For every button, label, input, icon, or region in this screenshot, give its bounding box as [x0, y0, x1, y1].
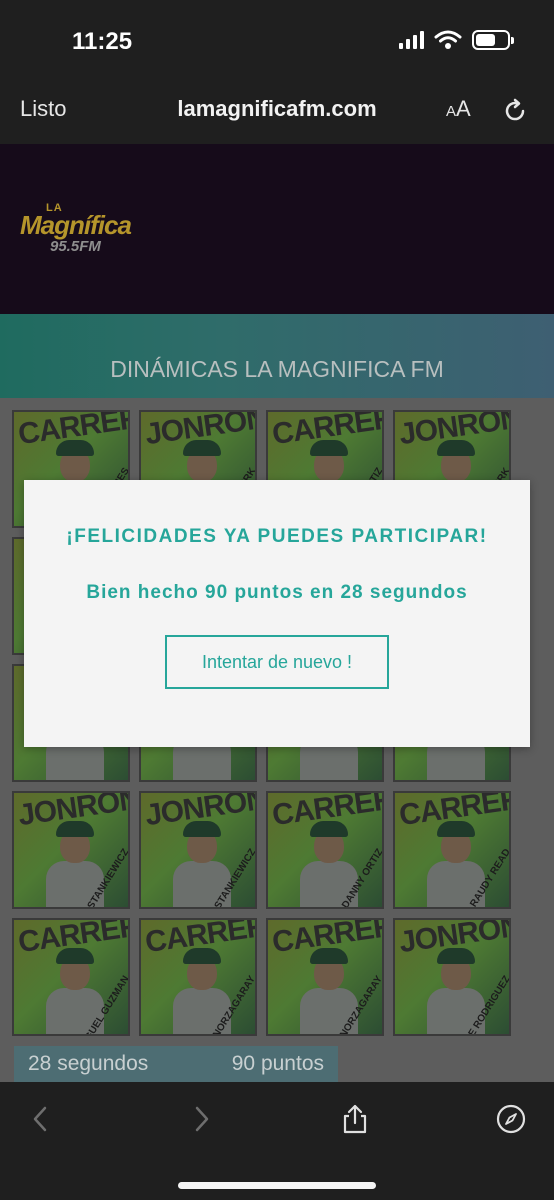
seconds-counter: 28 segundos	[28, 1052, 149, 1075]
modal-message: Bien hecho 90 puntos en 28 segundos	[86, 582, 468, 603]
share-icon[interactable]	[340, 1104, 370, 1134]
success-modal: ¡FELICIDADES YA PUEDES PARTICIPAR! Bien …	[24, 480, 530, 747]
back-icon[interactable]	[26, 1104, 56, 1134]
cellular-signal-icon	[399, 31, 424, 49]
modal-title: ¡FELICIDADES YA PUEDES PARTICIPAR!	[66, 526, 488, 547]
page-title: DINÁMICAS LA MAGNIFICA FM	[110, 356, 444, 382]
browser-navbar: Listo lamagnificafm.com AA	[0, 80, 554, 144]
game-card[interactable]: JONRÓNNELLIE RODRIGUEZ	[393, 918, 511, 1036]
page-banner: DINÁMICAS LA MAGNIFICA FM	[0, 314, 554, 398]
status-icons	[399, 30, 514, 50]
game-stats: 28 segundos 90 puntos	[14, 1046, 338, 1082]
battery-icon	[472, 30, 514, 50]
game-card[interactable]: CARRERACIRO NORZAGARAY	[139, 918, 257, 1036]
text-size-button[interactable]: AA	[446, 96, 471, 122]
status-time: 11:25	[72, 28, 133, 55]
game-card[interactable]: CARRERACIRO NORZAGARAY	[266, 918, 384, 1036]
forward-icon[interactable]	[186, 1104, 216, 1134]
site-header: LA Magnífica 95.5FM	[0, 144, 554, 314]
status-bar: 11:25	[0, 0, 554, 80]
reload-icon[interactable]	[502, 98, 528, 124]
wifi-icon	[434, 30, 462, 49]
points-counter: 90 puntos	[231, 1052, 324, 1075]
compass-icon[interactable]	[496, 1104, 526, 1134]
game-card[interactable]: CARRERA RAUDY READ	[393, 791, 511, 909]
retry-button[interactable]: Intentar de nuevo !	[165, 635, 389, 689]
home-indicator	[178, 1182, 376, 1189]
game-card[interactable]: CARRERA DANNY ORTIZ	[266, 791, 384, 909]
game-card[interactable]: JONRÓNDREW STANKIEWICZ	[139, 791, 257, 909]
game-card[interactable]: JONRÓNDREW STANKIEWICZ	[12, 791, 130, 909]
site-logo[interactable]: LA Magnífica 95.5FM	[20, 202, 136, 258]
game-card[interactable]: CARRERA MIGUEL GUZMAN	[12, 918, 130, 1036]
